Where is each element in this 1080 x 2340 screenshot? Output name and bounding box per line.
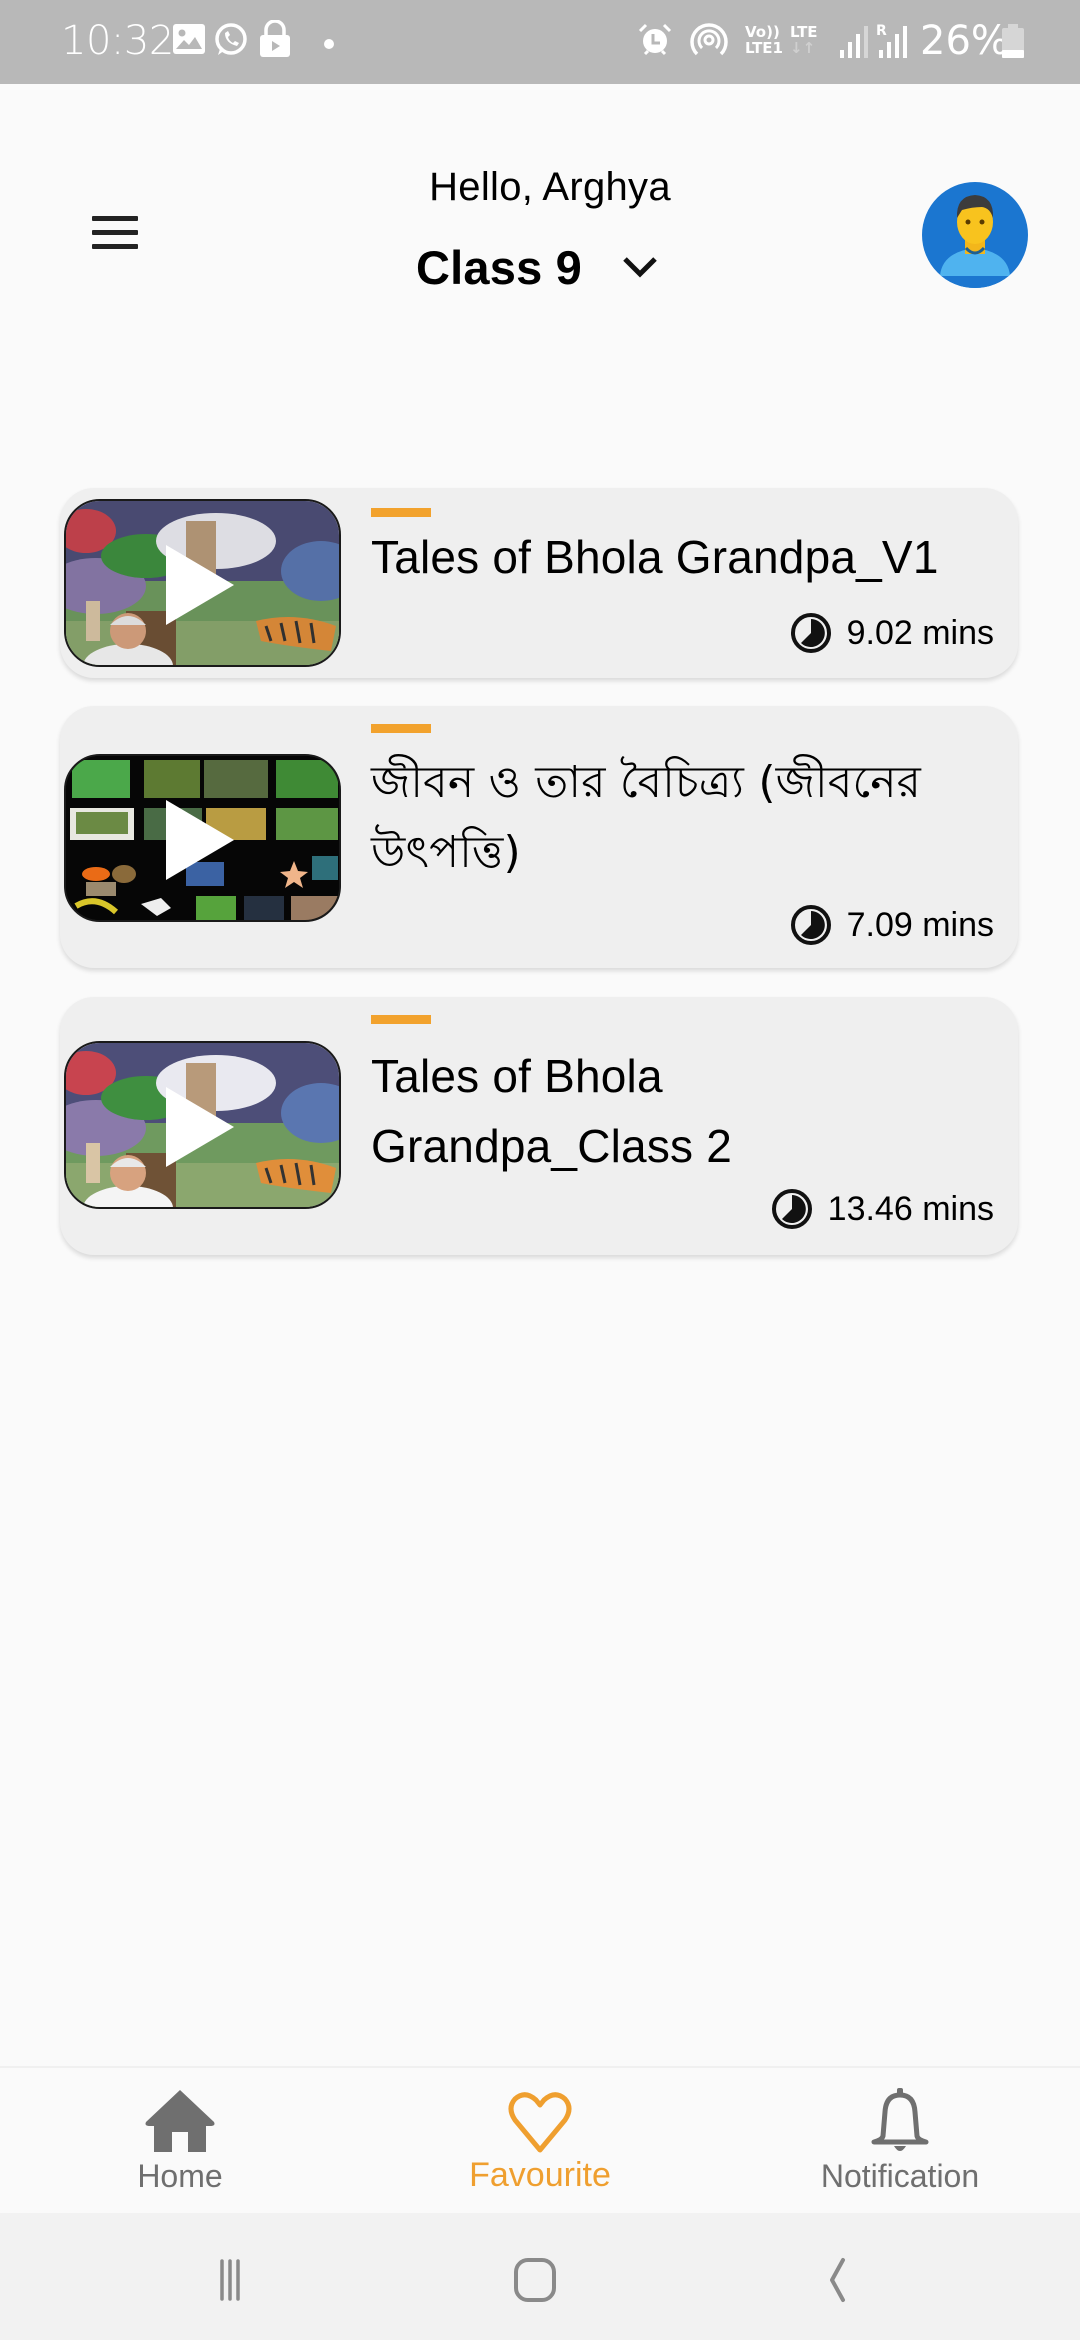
bell-icon	[871, 2088, 929, 2151]
hamburger-menu-icon[interactable]	[84, 214, 144, 254]
chevron-down-icon	[622, 256, 658, 283]
play-icon	[166, 545, 234, 625]
nav-item-home[interactable]: Home	[30, 2068, 330, 2215]
dot-icon	[324, 36, 334, 54]
timer-icon	[771, 1189, 812, 1229]
play-icon	[166, 800, 234, 880]
video-title: Tales of Bhola Grandpa_V1	[371, 531, 939, 583]
biodiversity-collage-thumbnail	[64, 754, 341, 922]
video-card[interactable]: জীবন ও তার বৈচিত্র্য (জীবনের উৎপত্তি) 7.…	[60, 706, 1018, 968]
battery-icon	[1002, 24, 1024, 63]
whatsapp-icon	[213, 22, 249, 63]
cartoon-story-thumbnail	[64, 1041, 341, 1209]
class-selected-label: Class 9	[416, 241, 583, 294]
recent-apps-icon[interactable]	[206, 2253, 266, 2309]
back-icon[interactable]	[812, 2253, 872, 2309]
user-avatar-icon[interactable]	[922, 182, 1028, 288]
duration-text: 13.46 mins	[827, 1189, 994, 1228]
status-time: 10:32	[61, 18, 174, 64]
duration-text: 7.09 mins	[846, 905, 994, 944]
duration-badge: 7.09 mins	[789, 903, 994, 947]
video-card[interactable]: Tales of Bhola Grandpa_Class 2 13.46 min…	[60, 997, 1018, 1255]
alarm-icon	[637, 22, 673, 63]
nav-item-favourite[interactable]: Favourite	[390, 2068, 690, 2215]
duration-badge: 13.46 mins	[770, 1187, 994, 1231]
accent-bar	[371, 724, 431, 733]
video-card[interactable]: Tales of Bhola Grandpa_V1 9.02 mins	[60, 488, 1018, 678]
accent-bar	[371, 508, 431, 517]
class-selector-dropdown[interactable]: Class 9	[416, 240, 658, 295]
heart-icon	[508, 2092, 572, 2153]
volte-icon: Vo)) LTE1	[745, 23, 783, 57]
duration-badge: 9.02 mins	[789, 611, 994, 655]
roaming-signal-icon: R	[876, 22, 908, 63]
lte-data-icon: LTE ↓↑	[790, 23, 818, 57]
system-navigation-bar	[0, 2213, 1080, 2340]
bottom-navigation: Home Favourite Notification	[0, 2066, 1080, 2213]
timer-icon	[790, 613, 831, 653]
status-bar: 10:32 Vo)) LTE1 LTE ↓↑ R 26%	[0, 0, 1080, 84]
battery-percent: 26%	[920, 18, 1009, 64]
home-icon	[145, 2090, 215, 2152]
video-title: Tales of Bhola Grandpa_Class 2	[371, 1050, 732, 1172]
video-title: জীবন ও তার বৈচিত্র্য (জীবনের উৎপত্তি)	[371, 757, 922, 878]
play-icon	[166, 1087, 234, 1167]
lock-play-icon	[259, 19, 291, 63]
home-button-icon[interactable]	[508, 2253, 568, 2309]
nav-item-notification[interactable]: Notification	[750, 2068, 1050, 2215]
cartoon-story-thumbnail	[64, 499, 341, 667]
svg-text:R: R	[876, 23, 887, 39]
timer-icon	[790, 905, 831, 945]
greeting-text: Hello, Arghya	[429, 165, 671, 209]
duration-text: 9.02 mins	[846, 613, 994, 652]
signal-icon	[838, 24, 868, 63]
accent-bar	[371, 1015, 431, 1024]
gallery-icon	[173, 24, 205, 59]
hotspot-icon	[689, 22, 729, 63]
